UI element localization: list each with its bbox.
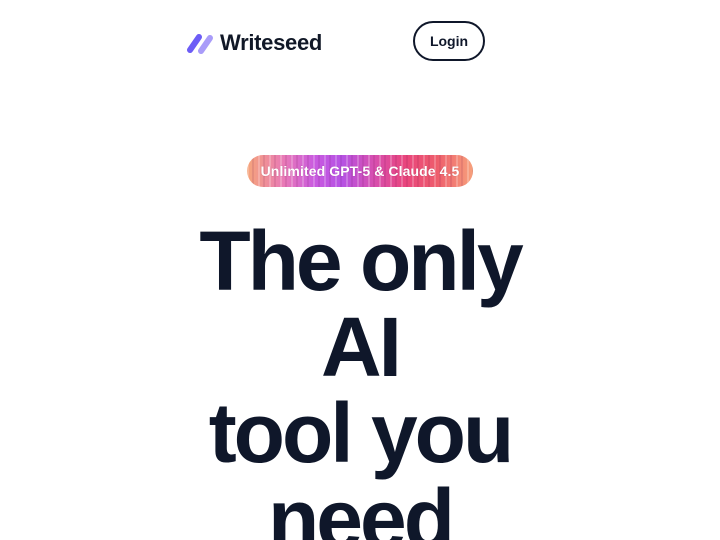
logo-link[interactable]: Writeseed <box>186 28 322 58</box>
headline-line: AI <box>321 300 402 394</box>
badge-text: Unlimited GPT-5 & Claude 4.5 <box>260 163 460 179</box>
hero-headline: The only AI tool you need <box>0 218 720 540</box>
site-header: Writeseed Login <box>0 0 720 82</box>
login-button[interactable]: Login <box>413 21 485 61</box>
headline-line: need <box>267 472 455 540</box>
double-slash-logo-icon <box>187 34 213 54</box>
headline-line: The only <box>199 214 523 308</box>
logo-text: Writeseed <box>220 30 323 55</box>
page: Writeseed Login Unlimited GPT-5 & Claude… <box>0 0 720 540</box>
headline-line: tool you <box>208 386 515 480</box>
model-badge: Unlimited GPT-5 & Claude 4.5 <box>247 155 473 187</box>
